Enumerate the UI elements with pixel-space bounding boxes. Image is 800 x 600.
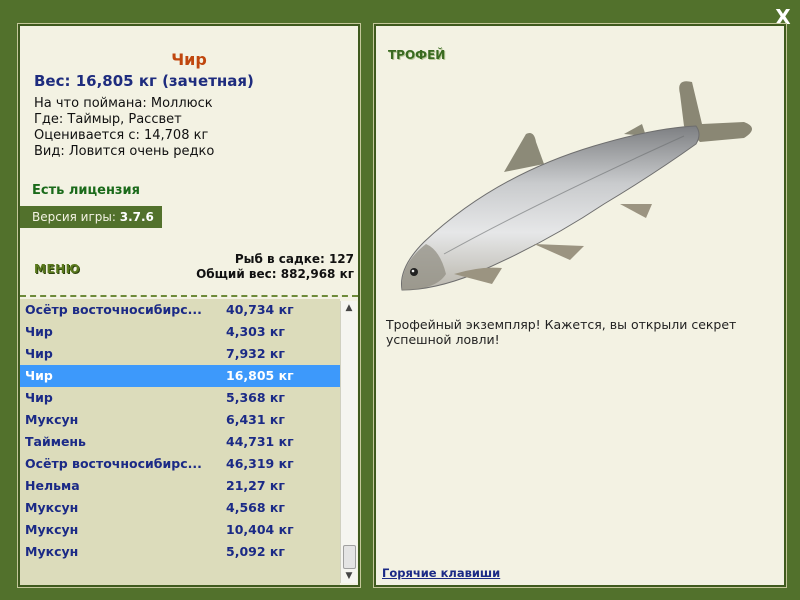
catch-row[interactable]: Муксун 4,568 кг — [20, 497, 340, 519]
fish-title: Чир — [171, 50, 207, 69]
version-value: 3.7.6 — [119, 210, 154, 224]
catch-name: Нельма — [25, 478, 80, 493]
catch-weight: 6,431 кг — [226, 412, 285, 427]
trophy-label: ТРОФЕЙ — [388, 48, 446, 62]
catch-weight: 16,805 кг — [226, 368, 294, 383]
catch-name: Чир — [25, 346, 53, 361]
version-bar: Версия игры: 3.7.6 — [20, 206, 162, 228]
catch-name: Муксун — [25, 522, 79, 537]
catch-row[interactable]: Осётр восточносибирс... 46,319 кг — [20, 453, 340, 475]
catch-name: Муксун — [25, 412, 79, 427]
catch-row[interactable]: Чир 7,932 кг — [20, 343, 340, 365]
bait-info: На что поймана: Моллюск — [34, 96, 213, 111]
fish-image — [400, 81, 752, 291]
scroll-down-icon[interactable]: ▼ — [341, 569, 357, 583]
version-label: Версия игры: — [32, 210, 120, 224]
scroll-up-icon[interactable]: ▲ — [341, 301, 357, 315]
catch-weight: 40,734 кг — [226, 302, 294, 317]
catch-row[interactable]: Муксун 5,092 кг — [20, 541, 340, 563]
catch-row[interactable]: Чир 4,303 кг — [20, 321, 340, 343]
valued-from-info: Оценивается с: 14,708 кг — [34, 128, 209, 143]
catch-weight: 10,404 кг — [226, 522, 294, 537]
catch-row[interactable]: Муксун 10,404 кг — [20, 519, 340, 541]
catch-weight: 46,319 кг — [226, 456, 294, 471]
trophy-message: Трофейный экземпляр! Кажется, вы открыли… — [386, 317, 737, 347]
catch-weight: 7,932 кг — [226, 346, 285, 361]
fish-info-panel: Чир Вес: 16,805 кг (зачетная) На что пой… — [17, 23, 361, 588]
catch-row[interactable]: Нельма 21,27 кг — [20, 475, 340, 497]
catch-row[interactable]: Чир 16,805 кг — [20, 365, 340, 387]
rarity-info: Вид: Ловится очень редко — [34, 144, 215, 159]
catch-name: Таймень — [25, 434, 86, 449]
location-info: Где: Таймыр, Рассвет — [34, 112, 182, 127]
keepnet-count: Рыб в садке: 127 — [234, 252, 354, 266]
catch-name: Осётр восточносибирс... — [25, 302, 202, 317]
catch-row[interactable]: Таймень 44,731 кг — [20, 431, 340, 453]
hotkeys-link[interactable]: Горячие клавиши — [382, 566, 500, 580]
catch-weight: 4,303 кг — [226, 324, 285, 339]
scroll-thumb[interactable] — [343, 545, 356, 569]
catch-name: Муксун — [25, 544, 79, 559]
fish-weight: Вес: 16,805 кг (зачетная) — [34, 72, 254, 90]
catch-name: Чир — [25, 324, 53, 339]
divider — [20, 295, 358, 297]
list-scrollbar[interactable]: ▲ ▼ — [340, 301, 357, 583]
catch-weight: 21,27 кг — [226, 478, 285, 493]
catch-weight: 5,092 кг — [226, 544, 285, 559]
catch-name: Осётр восточносибирс... — [25, 456, 202, 471]
keepnet-total: Общий вес: 882,968 кг — [196, 267, 354, 281]
catch-name: Чир — [25, 390, 53, 405]
license-status: Есть лицензия — [32, 183, 140, 198]
catch-list[interactable]: Осётр восточносибирс... 40,734 кг Чир 4,303… — [20, 299, 340, 585]
catch-row[interactable]: Муксун 6,431 кг — [20, 409, 340, 431]
catch-weight: 44,731 кг — [226, 434, 294, 449]
catch-name: Чир — [25, 368, 53, 383]
catch-weight: 4,568 кг — [226, 500, 285, 515]
catch-row[interactable]: Чир 5,368 кг — [20, 387, 340, 409]
menu-button[interactable]: МЕНЮ — [34, 262, 80, 276]
catch-name: Муксун — [25, 500, 79, 515]
catch-weight: 5,368 кг — [226, 390, 285, 405]
keepnet-stats: Рыб в садке: 127 Общий вес: 882,968 кг — [196, 252, 354, 282]
catch-row[interactable]: Осётр восточносибирс... 40,734 кг — [20, 299, 340, 321]
trophy-panel: ТРОФЕЙ Трофейный экземпляр! Кажется, вы … — [373, 23, 787, 588]
